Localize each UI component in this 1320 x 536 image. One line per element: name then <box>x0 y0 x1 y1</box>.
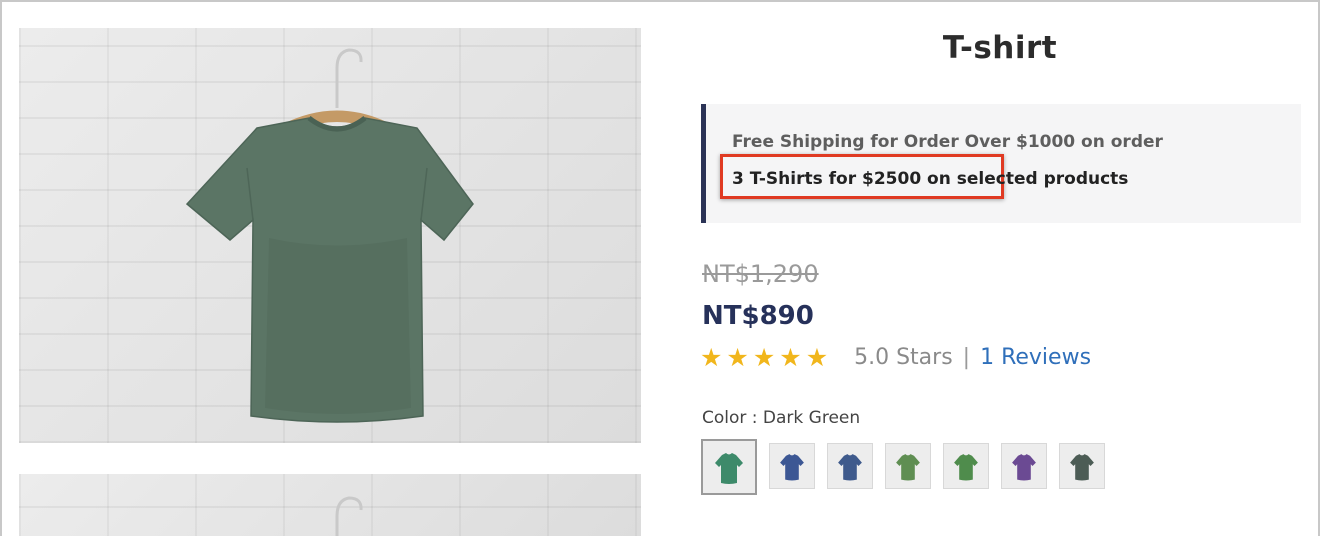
product-image-main[interactable] <box>19 28 641 443</box>
color-swatch-navy[interactable] <box>769 443 815 489</box>
tshirt-thumbnail-icon <box>780 454 804 481</box>
star-icon: ★ <box>752 342 776 372</box>
tshirt-thumbnail-icon <box>838 454 862 481</box>
star-icon: ★ <box>726 342 749 372</box>
tshirt-thumbnail-icon <box>1070 454 1094 481</box>
color-label: Color : Dark Green <box>702 408 861 428</box>
hanger-icon <box>335 496 363 536</box>
reviews-link[interactable]: 1 Reviews <box>980 345 1091 370</box>
star-icon: ★ <box>700 342 723 372</box>
star-rating: ★ ★ ★ ★ ★ <box>700 345 828 370</box>
tshirt-thumbnail-icon <box>715 453 743 484</box>
color-swatch-dark-green[interactable] <box>1059 443 1105 489</box>
promotion-box: Free Shipping for Order Over $1000 on or… <box>701 104 1301 223</box>
rating-row: ★ ★ ★ ★ ★ 5.0 Stars | 1 Reviews <box>700 342 1091 372</box>
color-swatch-olive-green[interactable] <box>885 443 931 489</box>
product-title: T-shirt <box>942 30 1058 66</box>
sale-price: NT$890 <box>702 301 814 331</box>
color-swatch-list <box>701 439 1105 495</box>
color-swatch-green[interactable] <box>701 439 757 495</box>
color-swatch-green-2[interactable] <box>943 443 989 489</box>
tshirt-thumbnail-icon <box>954 454 978 481</box>
original-price: NT$1,290 <box>702 260 819 288</box>
tshirt-illustration <box>185 48 474 423</box>
promo-free-shipping: Free Shipping for Order Over $1000 on or… <box>732 132 1163 152</box>
star-icon: ★ <box>805 342 829 372</box>
tshirt-thumbnail-icon <box>1012 454 1036 481</box>
tshirt-thumbnail-icon <box>896 454 920 481</box>
color-swatch-blue[interactable] <box>827 443 873 489</box>
star-icon: ★ <box>779 342 802 372</box>
rating-text: 5.0 Stars <box>854 344 953 370</box>
promo-bundle-offer[interactable]: 3 T-Shirts for $2500 on selected product… <box>732 169 1128 189</box>
product-image-secondary[interactable] <box>19 474 641 536</box>
rating-separator: | <box>962 344 971 370</box>
color-swatch-purple[interactable] <box>1001 443 1047 489</box>
